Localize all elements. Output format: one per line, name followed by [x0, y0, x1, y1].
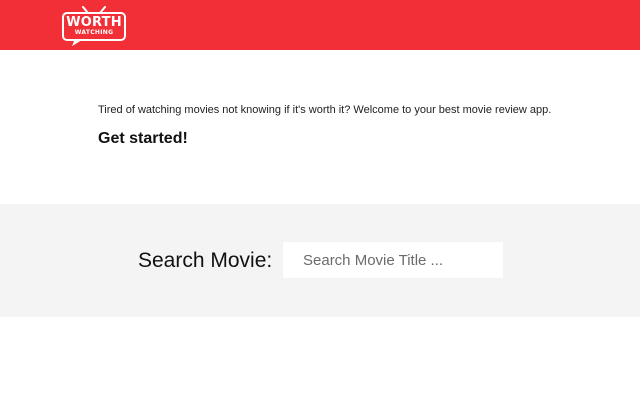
get-started-heading: Get started! [98, 130, 188, 147]
search-movie-input[interactable] [283, 242, 503, 278]
top-header-bar: WORTH WATCHING [0, 0, 640, 50]
logo-word-worth: WORTH [66, 15, 122, 30]
worth-watching-logo[interactable]: WORTH WATCHING [61, 6, 131, 46]
intro-text: Tired of watching movies not knowing if … [98, 104, 552, 116]
search-movie-label: Search Movie: [138, 249, 273, 272]
logo-word-watching: WATCHING [74, 29, 114, 36]
